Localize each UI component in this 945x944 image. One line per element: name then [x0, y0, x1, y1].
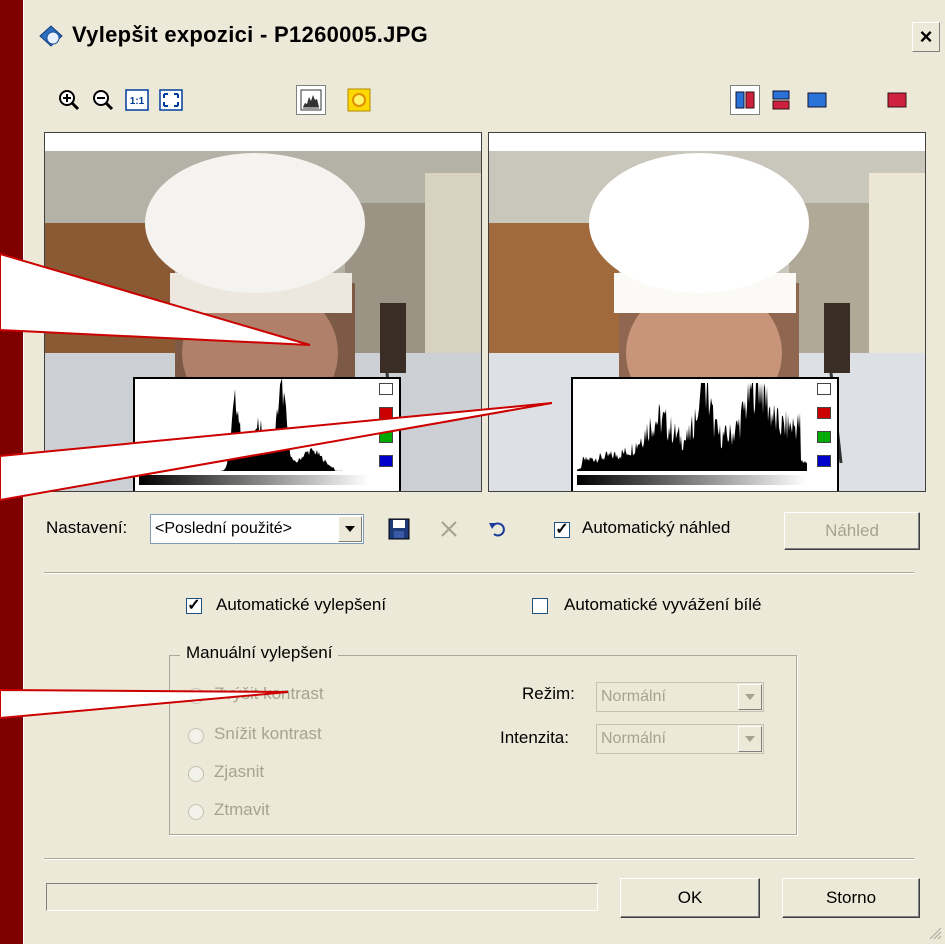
radio-decrease-contrast[interactable] — [188, 728, 204, 744]
original-preview[interactable] — [44, 132, 482, 492]
dropdown-arrow-icon[interactable] — [738, 684, 762, 710]
actual-size-label: 1:1 — [130, 96, 145, 107]
delete-preset-button[interactable] — [434, 514, 464, 544]
intensity-label: Intenzita: — [500, 728, 569, 747]
radio-increase-contrast[interactable] — [188, 688, 204, 704]
split-horizontal-button[interactable] — [766, 85, 796, 115]
zoom-out-icon — [93, 90, 114, 111]
enhanced-histogram — [571, 377, 839, 491]
single-before-icon — [807, 92, 827, 108]
separator — [44, 572, 914, 574]
separator — [44, 858, 914, 860]
ok-button[interactable]: OK — [620, 878, 760, 918]
enhanced-preview[interactable] — [488, 132, 926, 492]
auto-enhance-checkbox[interactable]: ✓ — [186, 598, 202, 614]
manual-enhance-group: Manuální vylepšení Zvýšit kontrast Sníži… — [169, 643, 797, 835]
decrease-contrast-label: Snížit kontrast — [214, 724, 322, 743]
channel-blue-swatch[interactable] — [817, 455, 831, 467]
original-histogram-graph — [139, 378, 369, 485]
save-icon — [388, 518, 410, 540]
enhanced-histogram-graph — [577, 383, 807, 485]
sun-icon — [347, 88, 371, 112]
exposure-button[interactable] — [344, 85, 374, 115]
zoom-in-button[interactable] — [54, 85, 84, 115]
channel-red-swatch[interactable] — [817, 407, 831, 419]
mode-label: Režim: — [522, 684, 575, 703]
zoom-out-button[interactable] — [88, 85, 118, 115]
tone-gradient-bar — [139, 475, 369, 485]
zoom-in-icon — [59, 90, 80, 111]
channel-blue-swatch[interactable] — [379, 455, 393, 467]
preset-value: <Poslední použité> — [155, 520, 292, 537]
cancel-button[interactable]: Storno — [782, 878, 920, 918]
intensity-value: Normální — [601, 730, 666, 747]
settings-label: Nastavení: — [46, 518, 128, 537]
manual-enhance-legend: Manuální vylepšení — [180, 643, 339, 663]
darken-label: Ztmavit — [214, 800, 270, 819]
fit-window-icon — [159, 89, 183, 111]
undo-icon — [489, 522, 505, 537]
actual-size-button[interactable]: 1:1 — [122, 85, 152, 115]
channel-green-swatch[interactable] — [817, 431, 831, 443]
auto-white-balance-label: Automatické vyvážení bílé — [564, 595, 762, 614]
radio-darken[interactable] — [188, 804, 204, 820]
channel-red-swatch[interactable] — [379, 407, 393, 419]
channel-green-swatch[interactable] — [379, 431, 393, 443]
split-horizontal-icon — [772, 90, 790, 110]
resize-grip-icon[interactable] — [926, 924, 942, 940]
single-after-icon — [887, 92, 907, 108]
histogram-toggle-button[interactable] — [296, 85, 326, 115]
mode-dropdown[interactable]: Normální — [596, 682, 764, 712]
histogram-shape — [577, 383, 807, 471]
auto-white-balance-checkbox[interactable] — [532, 598, 548, 614]
preview-button[interactable]: Náhled — [784, 512, 920, 550]
fit-window-button[interactable] — [156, 85, 186, 115]
tone-gradient-bar — [577, 475, 807, 485]
split-vertical-icon — [735, 91, 755, 109]
close-button[interactable]: × — [912, 22, 940, 52]
single-after-button[interactable] — [882, 85, 912, 115]
single-before-button[interactable] — [802, 85, 832, 115]
preset-dropdown[interactable]: <Poslední použité> — [150, 514, 364, 544]
app-icon — [39, 25, 63, 47]
channel-all-swatch[interactable] — [817, 383, 831, 395]
dropdown-arrow-icon[interactable] — [738, 726, 762, 752]
histogram-shape — [139, 378, 369, 471]
histogram-icon — [300, 89, 322, 111]
intensity-dropdown[interactable]: Normální — [596, 724, 764, 754]
channel-all-swatch[interactable] — [379, 383, 393, 395]
progress-bar — [46, 883, 598, 911]
enhance-exposure-dialog: Vylepšit expozici - P1260005.JPG × 1:1 N… — [23, 0, 945, 944]
brighten-label: Zjasnit — [214, 762, 265, 781]
increase-contrast-label: Zvýšit kontrast — [214, 684, 324, 703]
original-histogram — [133, 377, 401, 491]
delete-icon — [441, 521, 457, 537]
dropdown-arrow-icon[interactable] — [338, 516, 362, 542]
save-preset-button[interactable] — [384, 514, 414, 544]
split-vertical-button[interactable] — [730, 85, 760, 115]
auto-preview-checkbox[interactable]: ✓ — [554, 522, 570, 538]
auto-preview-label: Automatický náhled — [582, 518, 731, 537]
mode-value: Normální — [601, 688, 666, 705]
title-bar: Vylepšit expozici - P1260005.JPG × — [24, 10, 945, 60]
undo-button[interactable] — [482, 514, 512, 544]
window-title: Vylepšit expozici - P1260005.JPG — [72, 22, 429, 47]
auto-enhance-label: Automatické vylepšení — [216, 595, 387, 614]
actual-size-icon: 1:1 — [125, 89, 149, 111]
radio-brighten[interactable] — [188, 766, 204, 782]
